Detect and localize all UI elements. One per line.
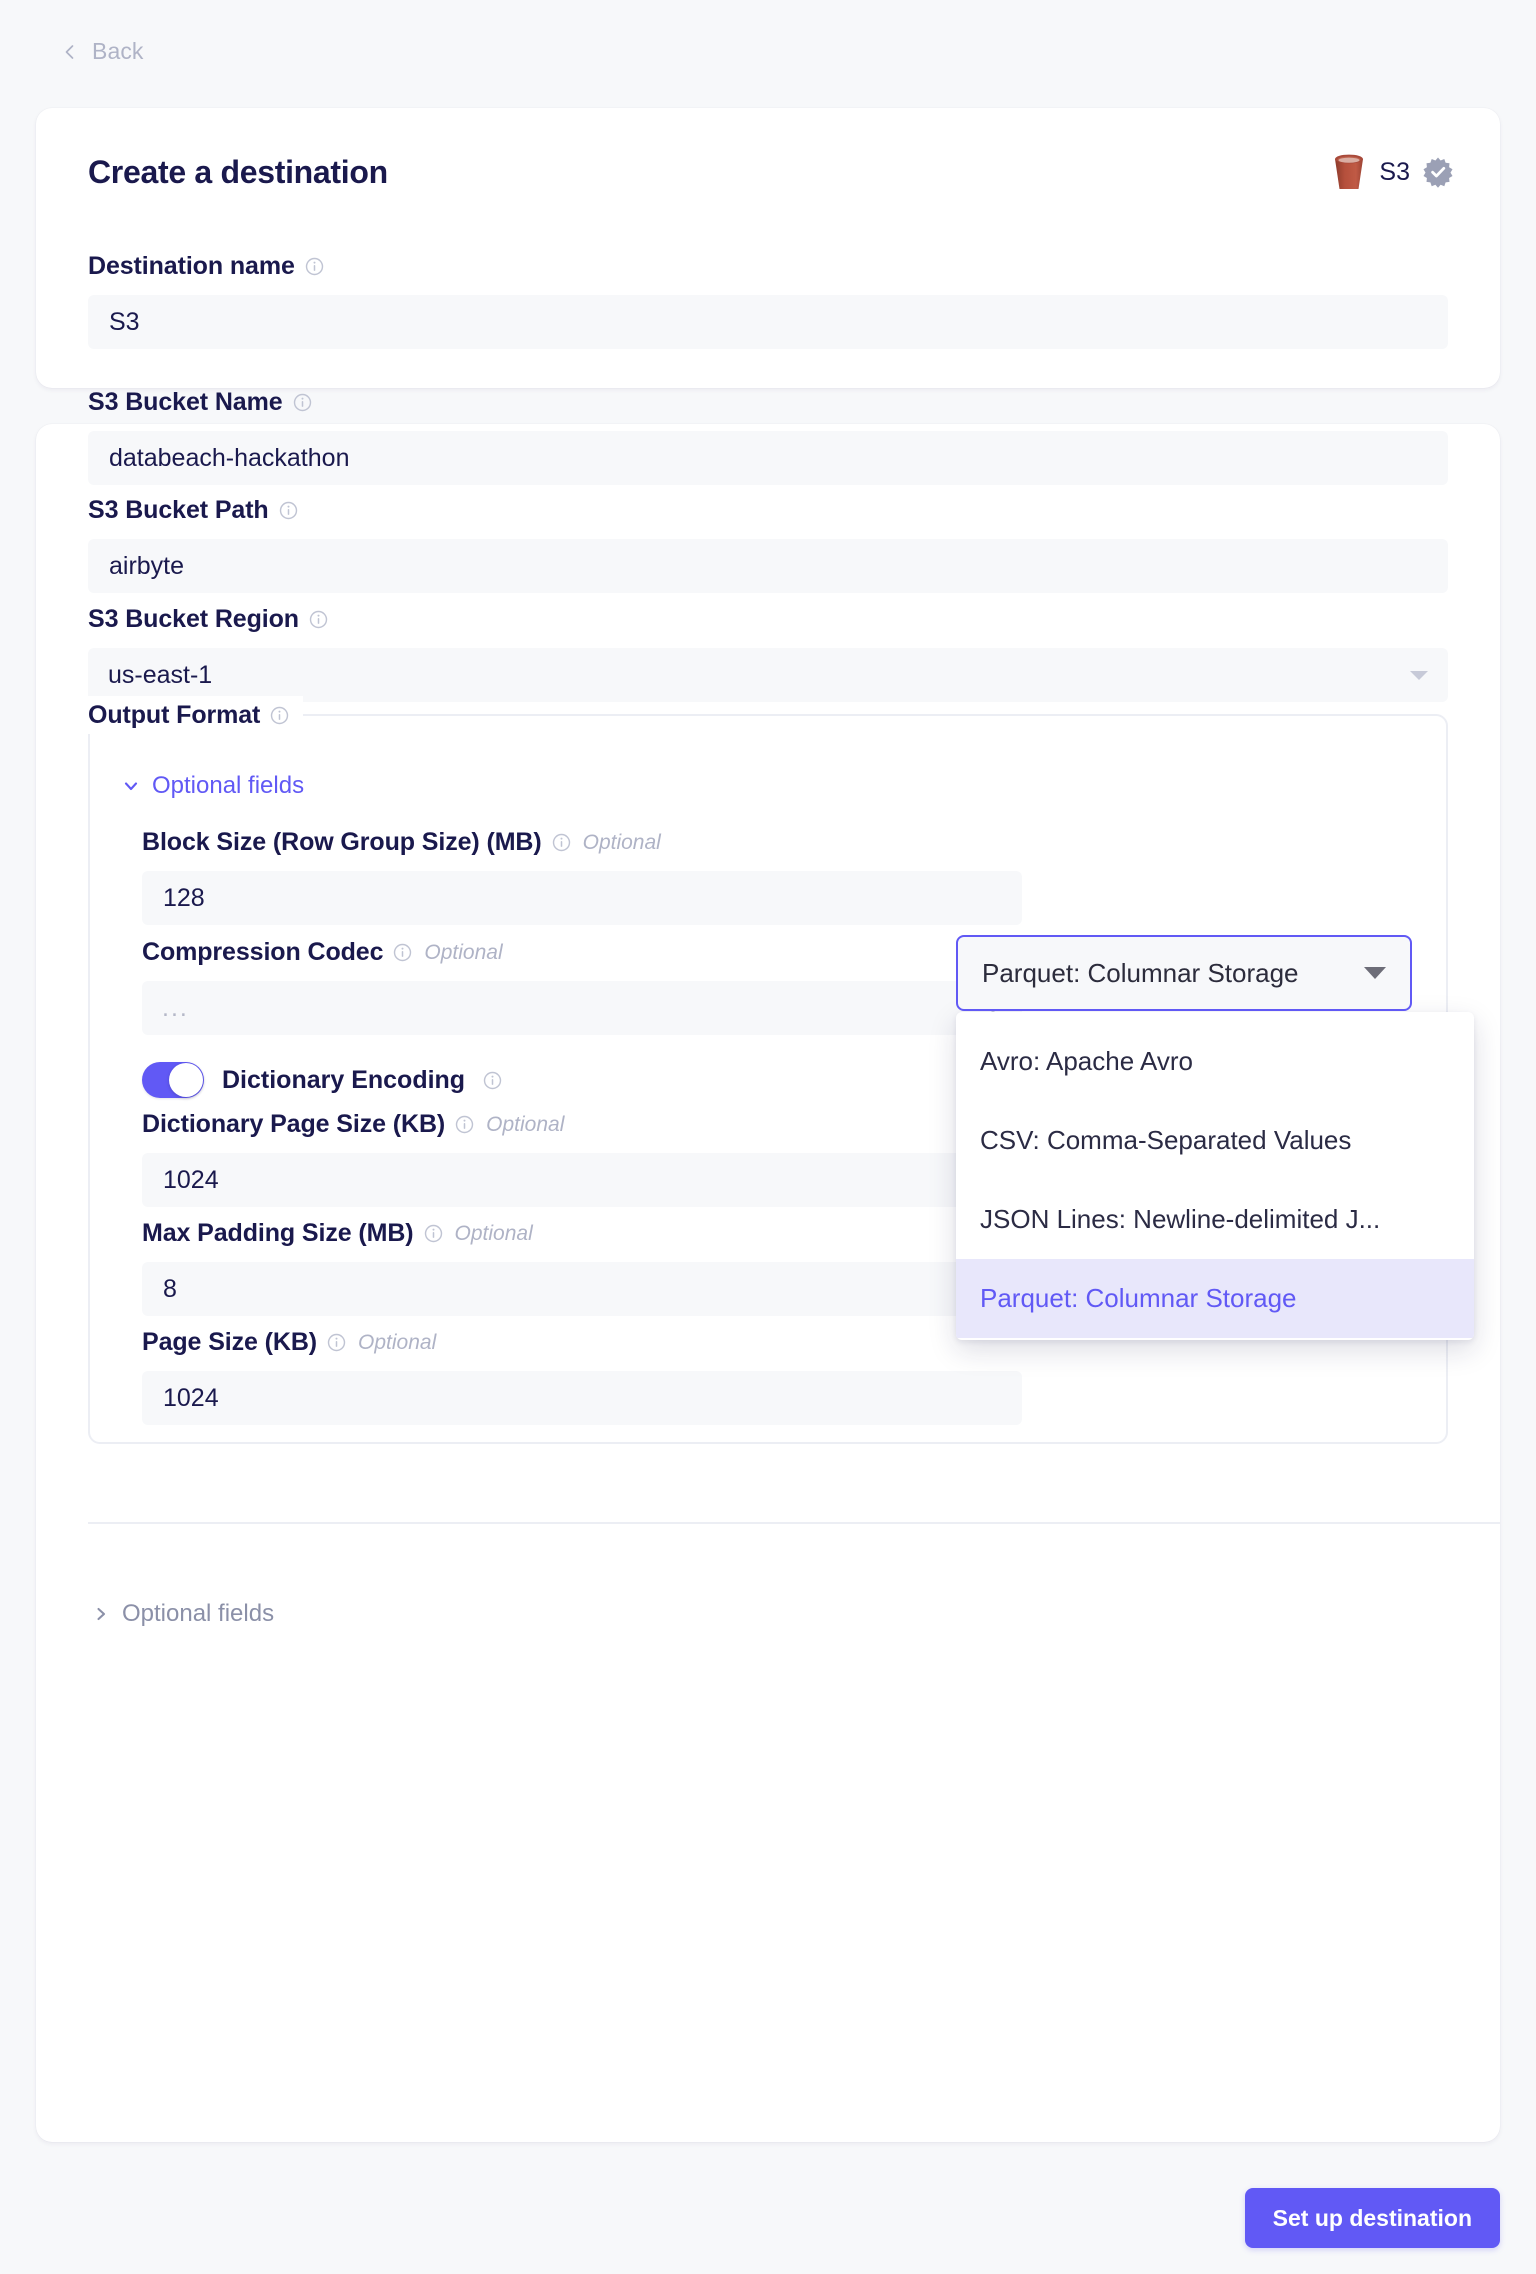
dropdown-option-csv[interactable]: CSV: Comma-Separated Values [956, 1101, 1474, 1180]
field-s3-bucket-region: S3 Bucket Region us-east-1 [88, 605, 1448, 702]
set-up-destination-button[interactable]: Set up destination [1245, 2188, 1500, 2248]
info-icon[interactable] [552, 833, 571, 852]
section-divider [88, 1522, 1500, 1524]
optional-fields-toggle-collapsed[interactable]: Optional fields [92, 1600, 274, 1628]
field-label-row: S3 Bucket Name [88, 388, 1448, 417]
create-destination-page: Back Create a destination [0, 0, 1536, 2274]
optional-tag: Optional [455, 1222, 533, 1246]
field-s3-bucket-name: S3 Bucket Name databeach-hackathon [88, 388, 1448, 485]
field-label-row: Page Size (KB) Optional [142, 1328, 1022, 1357]
info-icon[interactable] [305, 257, 324, 276]
field-label: Max Padding Size (MB) [142, 1219, 414, 1248]
field-label: Compression Codec [142, 938, 383, 967]
dictionary-encoding-label: Dictionary Encoding [222, 1066, 465, 1095]
info-icon[interactable] [293, 393, 312, 412]
field-max-padding-size: Max Padding Size (MB) Optional 8 [142, 1219, 1022, 1316]
destination-name-value: S3 [109, 308, 140, 337]
back-link[interactable]: Back [62, 38, 144, 65]
s3-bucket-name-input[interactable]: databeach-hackathon [88, 431, 1448, 485]
field-compression-codec: Compression Codec Optional ... [142, 938, 1022, 1035]
dictionary-page-size-value: 1024 [163, 1166, 219, 1195]
page-size-value: 1024 [163, 1384, 219, 1413]
info-icon[interactable] [309, 610, 328, 629]
connector-badge: S3 [1331, 152, 1454, 192]
optional-tag: Optional [358, 1331, 436, 1355]
field-label-row: Dictionary Page Size (KB) Optional [142, 1110, 1022, 1139]
chevron-down-icon [1410, 671, 1428, 680]
page-title: Create a destination [88, 154, 388, 191]
info-icon[interactable] [393, 943, 412, 962]
back-label: Back [92, 38, 144, 65]
s3-bucket-icon [1331, 152, 1367, 192]
field-label-row: Destination name [88, 252, 1448, 281]
optional-fields-toggle-expanded[interactable]: Optional fields [122, 772, 304, 800]
s3-bucket-path-input[interactable]: airbyte [88, 539, 1448, 593]
optional-tag: Optional [424, 941, 502, 965]
compression-codec-value: ... [162, 994, 189, 1023]
dictionary-encoding-switch[interactable] [142, 1062, 204, 1098]
verified-badge-icon [1422, 156, 1454, 188]
dropdown-option-label: JSON Lines: Newline-delimited J... [980, 1204, 1380, 1235]
dictionary-page-size-input[interactable]: 1024 [142, 1153, 1022, 1207]
field-block-size: Block Size (Row Group Size) (MB) Optiona… [142, 828, 1022, 925]
info-icon[interactable] [279, 501, 298, 520]
dropdown-option-label: CSV: Comma-Separated Values [980, 1125, 1351, 1156]
field-page-size: Page Size (KB) Optional 1024 [142, 1328, 1022, 1425]
info-icon[interactable] [424, 1224, 443, 1243]
field-label: Page Size (KB) [142, 1328, 317, 1357]
dropdown-option-avro[interactable]: Avro: Apache Avro [956, 1022, 1474, 1101]
dropdown-option-parquet[interactable]: Parquet: Columnar Storage [956, 1259, 1474, 1338]
max-padding-size-input[interactable]: 8 [142, 1262, 1022, 1316]
connector-name: S3 [1379, 158, 1410, 187]
dropdown-option-label: Avro: Apache Avro [980, 1046, 1193, 1077]
chevron-down-icon [122, 777, 140, 795]
block-size-value: 128 [163, 884, 205, 913]
field-dictionary-page-size: Dictionary Page Size (KB) Optional 1024 [142, 1110, 1022, 1207]
max-padding-size-value: 8 [163, 1275, 177, 1304]
chevron-down-icon [1364, 967, 1386, 979]
destination-name-input[interactable]: S3 [88, 295, 1448, 349]
info-icon[interactable] [483, 1071, 502, 1090]
field-s3-bucket-path: S3 Bucket Path airbyte [88, 496, 1448, 593]
destination-header-card: Create a destination S3 [36, 108, 1500, 388]
field-label-row: S3 Bucket Region [88, 605, 1448, 634]
info-icon[interactable] [327, 1333, 346, 1352]
block-size-input[interactable]: 128 [142, 871, 1022, 925]
output-format-legend: Output Format [88, 696, 303, 734]
dictionary-encoding-row: Dictionary Encoding [142, 1062, 502, 1098]
output-format-selected-value: Parquet: Columnar Storage [982, 958, 1299, 989]
optional-fields-label: Optional fields [152, 772, 304, 800]
field-label-row: S3 Bucket Path [88, 496, 1448, 525]
field-label-row: Block Size (Row Group Size) (MB) Optiona… [142, 828, 1022, 857]
dropdown-option-label: Parquet: Columnar Storage [980, 1283, 1297, 1314]
field-label: Destination name [88, 252, 295, 281]
field-label: Dictionary Page Size (KB) [142, 1110, 445, 1139]
page-size-input[interactable]: 1024 [142, 1371, 1022, 1425]
info-icon[interactable] [455, 1115, 474, 1134]
field-label: S3 Bucket Path [88, 496, 269, 525]
info-icon[interactable] [270, 706, 289, 725]
field-label: S3 Bucket Region [88, 605, 299, 634]
field-destination-name: Destination name S3 [88, 252, 1448, 349]
field-label-row: Max Padding Size (MB) Optional [142, 1219, 1022, 1248]
output-format-dropdown-menu[interactable]: Avro: Apache Avro CSV: Comma-Separated V… [956, 1012, 1474, 1340]
chevron-left-icon [62, 44, 78, 60]
switch-knob [169, 1063, 203, 1097]
field-label: S3 Bucket Name [88, 388, 283, 417]
optional-fields-label: Optional fields [122, 1600, 274, 1628]
s3-bucket-name-value: databeach-hackathon [109, 444, 349, 473]
field-label: Block Size (Row Group Size) (MB) [142, 828, 542, 857]
compression-codec-select[interactable]: ... [142, 981, 1022, 1035]
s3-bucket-region-select[interactable]: us-east-1 [88, 648, 1448, 702]
field-label: Output Format [88, 701, 260, 730]
output-format-combobox[interactable]: Parquet: Columnar Storage [956, 935, 1412, 1011]
optional-tag: Optional [486, 1113, 564, 1137]
s3-bucket-path-value: airbyte [109, 552, 184, 581]
optional-tag: Optional [583, 831, 661, 855]
chevron-right-icon [92, 1605, 110, 1623]
dropdown-option-jsonl[interactable]: JSON Lines: Newline-delimited J... [956, 1180, 1474, 1259]
field-label-row: Compression Codec Optional [142, 938, 1022, 967]
s3-bucket-region-value: us-east-1 [108, 661, 212, 690]
